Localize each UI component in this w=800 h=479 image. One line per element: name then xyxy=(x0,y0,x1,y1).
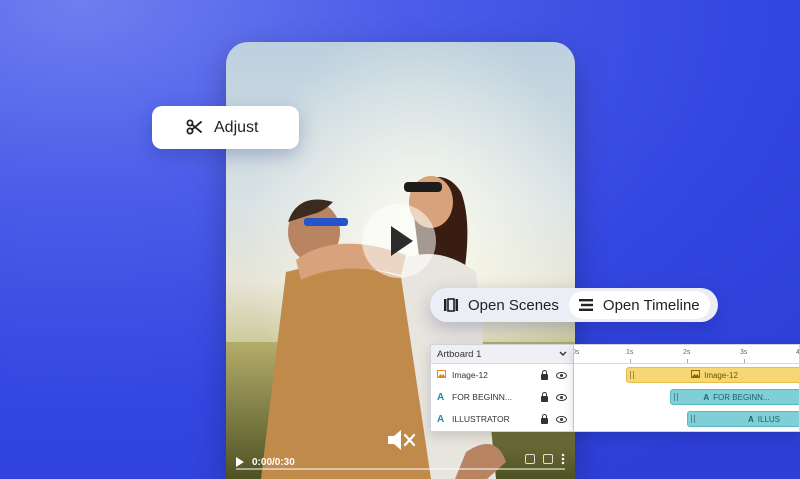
image-icon xyxy=(437,369,447,381)
scenes-icon xyxy=(444,298,458,312)
lock-icon[interactable] xyxy=(541,391,548,402)
layer-item[interactable]: A FOR BEGINN... xyxy=(431,386,573,408)
clip-label: Image-12 xyxy=(704,370,738,380)
video-time: 0:00/0:30 xyxy=(252,456,295,468)
layer-item[interactable]: Image-12 xyxy=(431,364,573,386)
ruler-tick: 3s xyxy=(740,349,748,356)
text-icon: A xyxy=(437,391,445,403)
layer-name: FOR BEGINN... xyxy=(452,392,512,402)
timeline-icon xyxy=(578,298,593,312)
timeline-track: A FOR BEGINN... xyxy=(574,386,799,408)
lock-icon[interactable] xyxy=(541,369,548,380)
ruler-tick: 4s xyxy=(796,349,800,356)
image-icon xyxy=(691,370,701,380)
ruler-tick: 0s xyxy=(574,349,580,356)
small-play-icon[interactable] xyxy=(236,457,244,467)
adjust-label: Adjust xyxy=(214,118,259,136)
clip-handle[interactable] xyxy=(674,393,678,401)
view-toggle: Open Scenes Open Timeline xyxy=(430,288,718,322)
open-timeline-label: Open Timeline xyxy=(602,296,700,314)
timeline-clip-text[interactable]: A FOR BEGINN... xyxy=(670,389,799,405)
adjust-button[interactable]: Adjust xyxy=(152,106,299,149)
timeline-panel[interactable]: 0s 1s 2s 3s 4s Image-12 A FOR BEGINN... xyxy=(574,344,800,432)
play-icon xyxy=(391,226,413,256)
video-controls: 0:00/0:30 xyxy=(226,445,575,479)
play-button[interactable] xyxy=(362,204,436,278)
artboard-dropdown[interactable]: Artboard 1 xyxy=(431,345,573,364)
open-scenes-button[interactable]: Open Scenes xyxy=(434,291,569,319)
video-progress-bar[interactable] xyxy=(236,468,565,470)
open-timeline-button[interactable]: Open Timeline xyxy=(568,291,710,319)
video-controls-right xyxy=(525,453,565,465)
clip-label: ILLUS xyxy=(757,414,781,424)
timeline-ruler: 0s 1s 2s 3s 4s xyxy=(574,345,799,364)
scissors-icon xyxy=(186,119,202,135)
timeline-track: Image-12 xyxy=(574,364,799,386)
ruler-tick: 1s xyxy=(626,349,634,356)
open-scenes-label: Open Scenes xyxy=(468,296,559,314)
fullscreen-icon[interactable] xyxy=(543,454,553,464)
layer-name: ILLUSTRATOR xyxy=(452,414,510,424)
timeline-track: A ILLUS xyxy=(574,408,799,430)
text-icon: A xyxy=(703,392,710,402)
clip-handle[interactable] xyxy=(630,371,634,379)
clip-handle[interactable] xyxy=(691,415,695,423)
text-icon: A xyxy=(437,413,445,425)
pip-icon[interactable] xyxy=(525,454,535,464)
eye-icon[interactable] xyxy=(556,371,567,379)
layers-panel: Artboard 1 Image-12 A FOR BEGINN... A IL… xyxy=(430,344,574,432)
layer-item[interactable]: A ILLUSTRATOR xyxy=(431,408,573,430)
timeline-clip-text[interactable]: A ILLUS xyxy=(687,411,799,427)
eye-icon[interactable] xyxy=(556,393,567,401)
artboard-title: Artboard 1 xyxy=(437,348,482,360)
layer-name: Image-12 xyxy=(452,370,488,380)
timeline-clip-image[interactable]: Image-12 xyxy=(626,367,799,383)
more-options-icon[interactable] xyxy=(561,453,565,465)
chevron-down-icon xyxy=(559,349,567,360)
text-icon: A xyxy=(748,414,754,424)
clip-label: FOR BEGINN... xyxy=(713,392,770,402)
eye-icon[interactable] xyxy=(556,415,567,423)
stage: 0:00/0:30 Adjust Open Scenes Open Timeli… xyxy=(0,0,800,479)
ruler-tick: 2s xyxy=(683,349,691,356)
lock-icon[interactable] xyxy=(541,413,548,424)
